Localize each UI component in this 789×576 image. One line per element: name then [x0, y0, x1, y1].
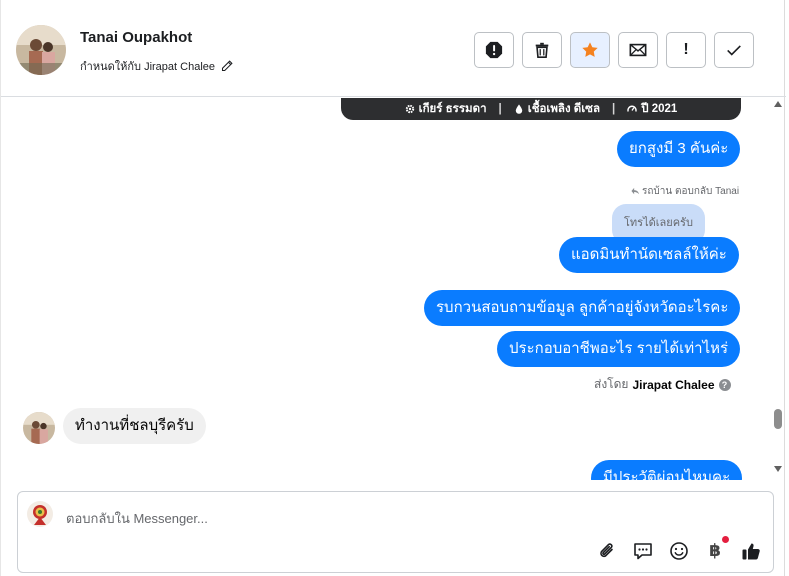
car-info-bar: เกียร์ ธรรมดา | เชื้อเพลิง ดีเซล | ปี 20… [341, 98, 741, 120]
message-outgoing[interactable]: แอดมินทำนัดเซลล์ให้ค่ะ [559, 237, 739, 273]
sent-by-info: ส่งโดย Jirapat Chalee ? [594, 375, 731, 394]
conversation-actions: ! [474, 32, 754, 68]
gauge-icon [627, 105, 637, 112]
smile-icon [670, 542, 688, 560]
envelope-icon [629, 43, 647, 57]
baht-icon: ฿ [709, 541, 721, 560]
exclamation-circle-icon [485, 41, 503, 59]
notification-dot [722, 536, 729, 543]
mark-unread-button[interactable] [618, 32, 658, 68]
reply-composer: ตอบกลับใน Messenger... ฿ [17, 491, 774, 573]
like-button[interactable] [740, 540, 762, 562]
help-icon[interactable]: ? [718, 378, 731, 391]
check-icon [727, 45, 741, 56]
star-icon [582, 42, 598, 57]
conversation-panel: Tanai Oupakhot กำหนดให้กับ Jirapat Chale… [0, 0, 786, 576]
message-outgoing[interactable]: รบกวนสอบถามข้อมูล ลูกค้าอยู่จังหวัดอะไรค… [424, 290, 741, 326]
message-scrollbar[interactable] [772, 98, 785, 480]
paperclip-icon [600, 543, 613, 558]
message-outgoing[interactable]: ประกอบอาชีพอะไร รายได้เท่าไหร่ [497, 331, 741, 367]
reply-label: รถบ้าน ตอบกลับ Tanai [631, 184, 739, 199]
message-list[interactable]: เกียร์ ธรรมดา | เชื้อเพลิง ดีเซล | ปี 20… [1, 98, 772, 480]
emoji-button[interactable] [668, 540, 690, 562]
year-info: ปี 2021 [627, 100, 677, 118]
assigned-to[interactable]: กำหนดให้กับ Jirapat Chalee [80, 57, 233, 75]
delete-button[interactable] [522, 32, 562, 68]
scroll-up-arrow-icon[interactable] [774, 101, 782, 107]
separator: | [498, 103, 502, 115]
composer-tools: ฿ [596, 536, 762, 562]
mark-done-button[interactable] [714, 32, 754, 68]
sender-name: Jirapat Chalee [632, 377, 715, 392]
gear-info: เกียร์ ธรรมดา [405, 100, 487, 118]
thumbs-up-icon [742, 543, 760, 560]
message-incoming[interactable]: ทำงานที่ชลบุรีครับ [63, 408, 206, 444]
pencil-icon[interactable] [221, 60, 233, 72]
saved-replies-button[interactable] [632, 540, 654, 562]
message-outgoing[interactable]: ยกสูงมี 3 คันค่ะ [617, 131, 741, 167]
separator: | [612, 103, 616, 115]
trash-icon [535, 42, 549, 59]
conversation-header: Tanai Oupakhot กำหนดให้กับ Jirapat Chale… [1, 0, 786, 97]
gear-icon [405, 104, 414, 114]
scroll-down-arrow-icon[interactable] [774, 466, 782, 472]
scroll-thumb[interactable] [774, 409, 782, 429]
star-button[interactable] [570, 32, 610, 68]
page-avatar [27, 501, 53, 527]
mark-spam-button[interactable] [474, 32, 514, 68]
assigned-label: กำหนดให้กับ Jirapat Chalee [80, 61, 216, 73]
follow-up-button[interactable]: ! [666, 32, 706, 68]
reply-arrow-icon [631, 187, 640, 195]
comment-icon [634, 543, 652, 560]
payment-button[interactable]: ฿ [704, 536, 729, 562]
drop-icon [515, 104, 522, 114]
contact-name: Tanai Oupakhot [80, 29, 193, 46]
contact-avatar-small[interactable] [23, 412, 55, 444]
fuel-info: เชื้อเพลิง ดีเซล [514, 100, 600, 118]
message-outgoing-partial[interactable]: มีประวัติผ่อนไหมคะ [591, 460, 743, 480]
contact-avatar[interactable] [16, 25, 66, 75]
attach-button[interactable] [596, 540, 618, 562]
exclamation-icon: ! [683, 41, 689, 58]
message-input[interactable]: ตอบกลับใน Messenger... [66, 508, 208, 529]
